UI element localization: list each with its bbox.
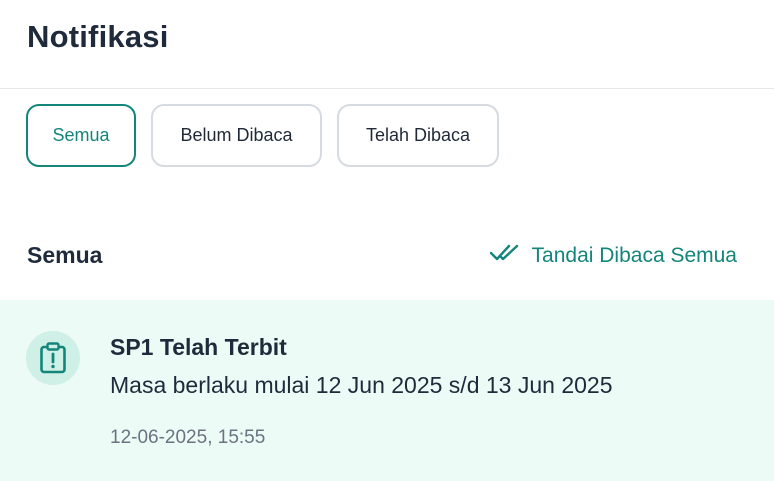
filter-tabs: Semua Belum Dibaca Telah Dibaca bbox=[26, 104, 499, 167]
filter-tab-unread[interactable]: Belum Dibaca bbox=[151, 104, 322, 167]
section-header: Semua Tandai Dibaca Semua bbox=[27, 240, 737, 276]
page-title: Notifikasi bbox=[27, 19, 169, 54]
mark-all-read-button[interactable]: Tandai Dibaca Semua bbox=[489, 244, 737, 268]
double-check-icon bbox=[489, 244, 520, 268]
mark-all-read-label: Tandai Dibaca Semua bbox=[531, 244, 737, 267]
notification-item[interactable]: SP1 Telah Terbit Masa berlaku mulai 12 J… bbox=[0, 300, 774, 481]
notifications-page: Notifikasi Semua Belum Dibaca Telah Diba… bbox=[0, 0, 774, 481]
notification-title: SP1 Telah Terbit bbox=[110, 334, 287, 360]
notification-body: Masa berlaku mulai 12 Jun 2025 s/d 13 Ju… bbox=[110, 372, 613, 398]
filter-tab-read[interactable]: Telah Dibaca bbox=[337, 104, 499, 167]
clipboard-alert-icon bbox=[26, 331, 80, 385]
header: Notifikasi bbox=[0, 0, 774, 89]
notification-timestamp: 12-06-2025, 15:55 bbox=[110, 427, 266, 448]
filter-tab-all[interactable]: Semua bbox=[26, 104, 136, 167]
section-title: Semua bbox=[27, 242, 103, 268]
